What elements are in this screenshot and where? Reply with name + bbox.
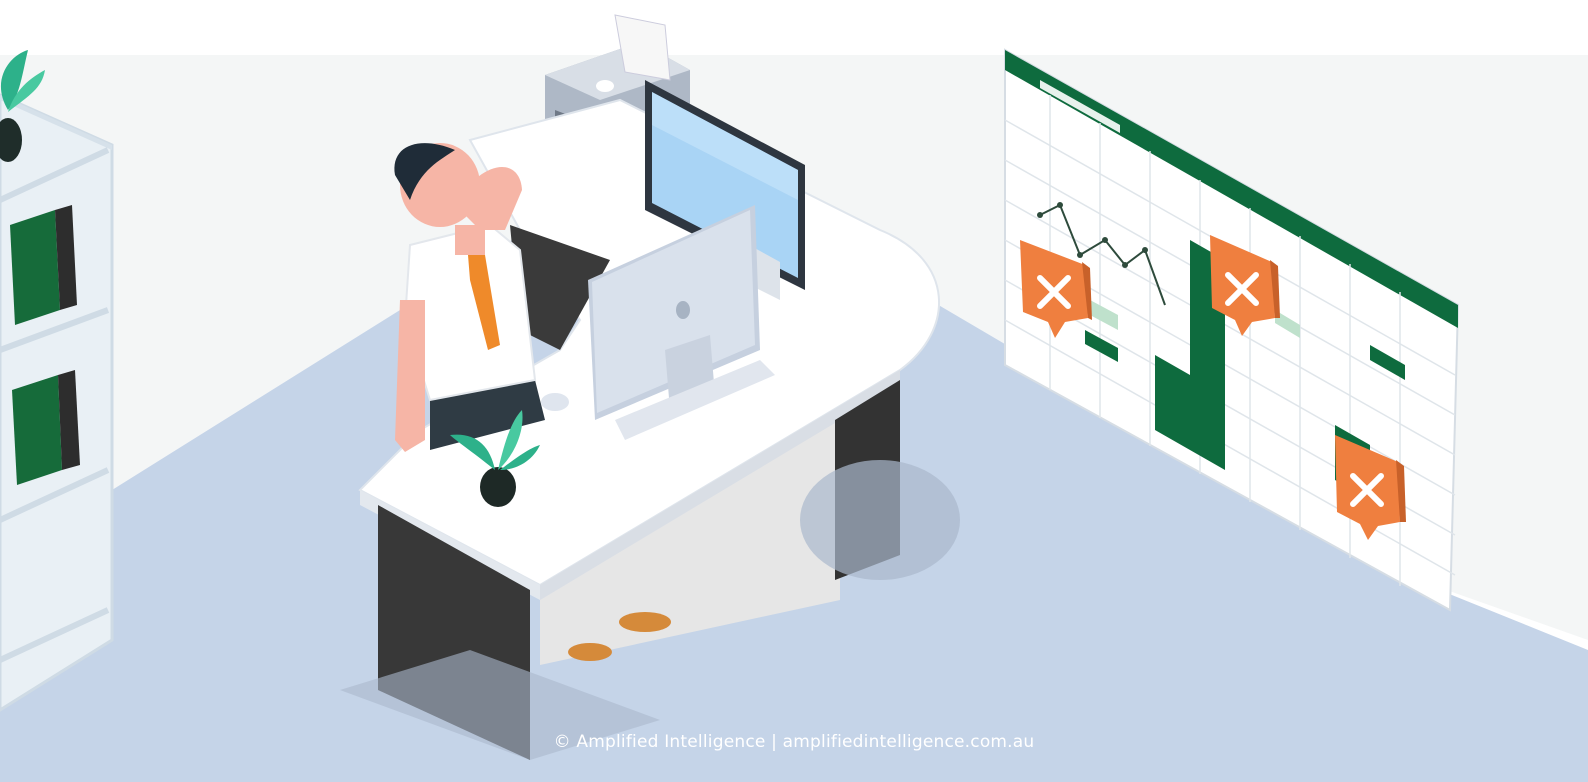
footer-url[interactable]: amplifiedintelligence.com.au: [783, 732, 1035, 752]
office-illustration: [0, 0, 1588, 782]
footer-caption: © Amplified Intelligence | amplifiedinte…: [0, 732, 1588, 756]
copyright-text: © Amplified Intelligence: [553, 732, 766, 752]
footer-separator: |: [765, 732, 783, 752]
bookshelf: [0, 50, 114, 712]
